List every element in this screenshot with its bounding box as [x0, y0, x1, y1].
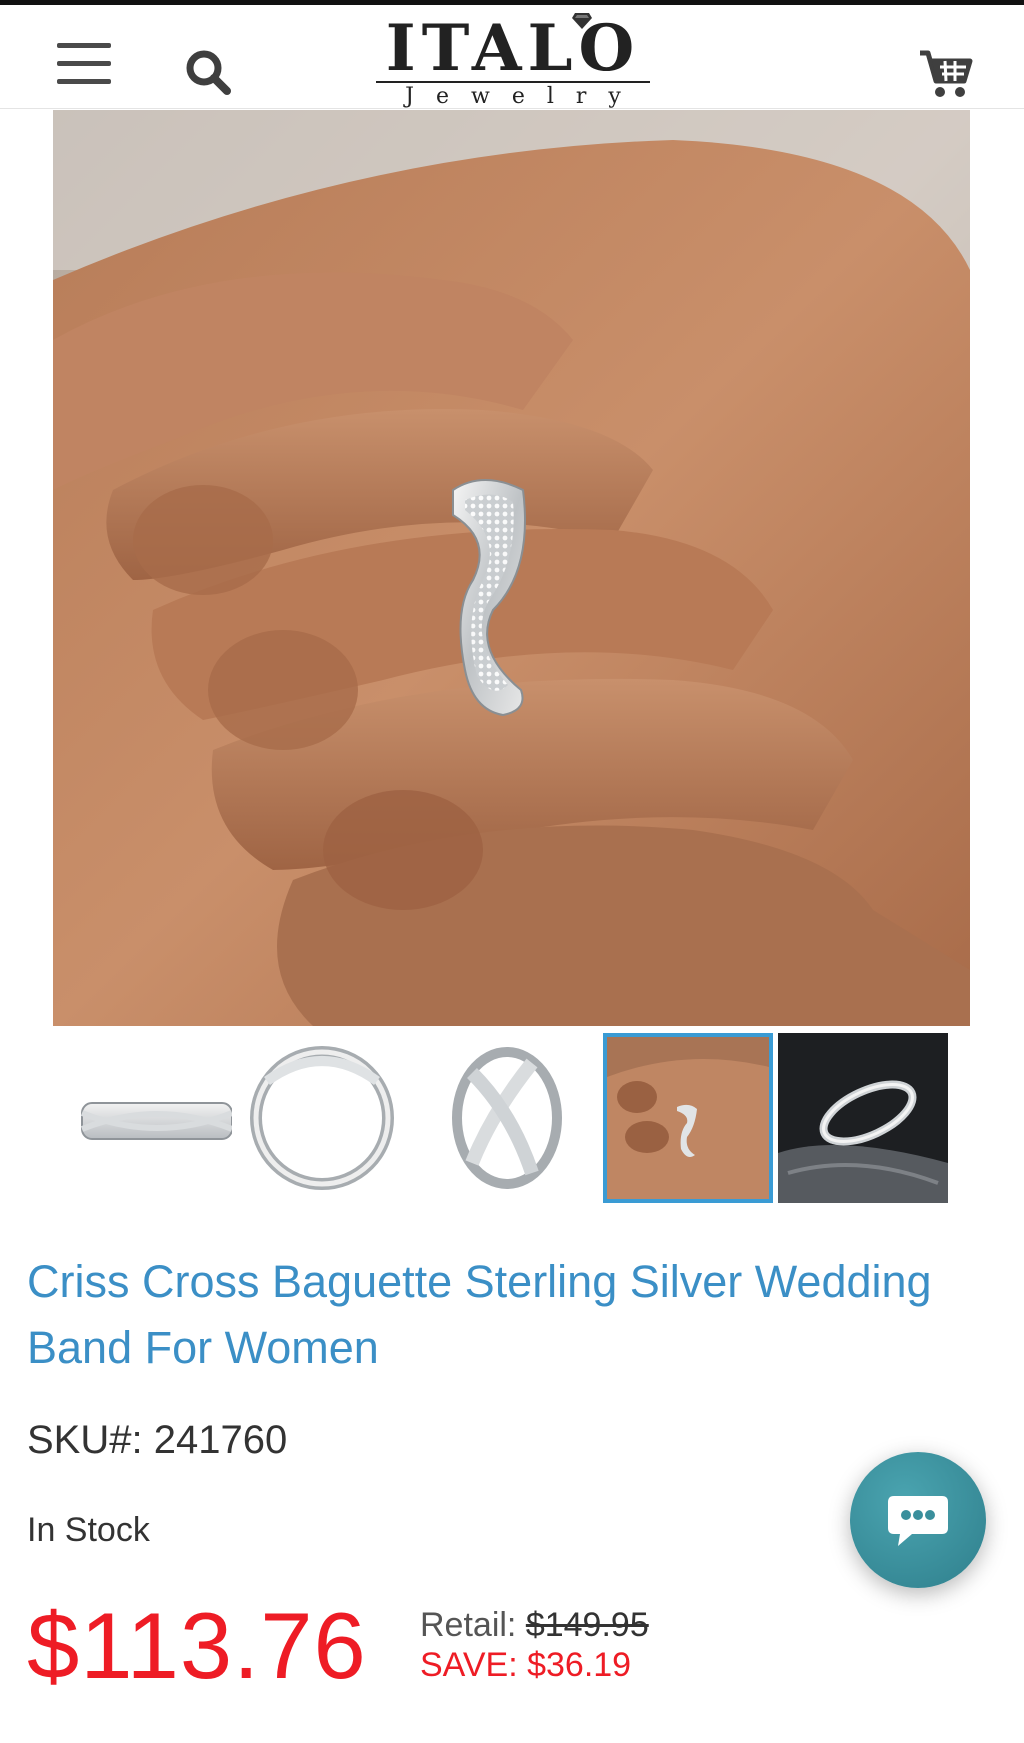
- logo-divider: [376, 81, 650, 83]
- diamond-icon: [572, 13, 592, 29]
- retail-value: $149.95: [525, 1606, 649, 1644]
- main-product-image[interactable]: [53, 110, 970, 1026]
- thumbnail-strip: [62, 1033, 962, 1203]
- chat-button[interactable]: [850, 1452, 986, 1588]
- menu-bar: [57, 79, 111, 84]
- thumbnail-ring-on-stone[interactable]: [778, 1033, 948, 1203]
- save-label: SAVE:: [420, 1646, 518, 1684]
- product-title[interactable]: Criss Cross Baguette Sterling Silver Wed…: [27, 1249, 1007, 1381]
- menu-bar: [57, 43, 111, 48]
- thumbnail-ring-on-hand[interactable]: [603, 1033, 773, 1203]
- sku-label: SKU#:: [27, 1418, 143, 1462]
- retail-price: Retail: $149.95: [420, 1606, 649, 1645]
- hamburger-menu-icon[interactable]: [57, 43, 111, 85]
- savings: SAVE: $36.19: [420, 1646, 631, 1685]
- search-icon[interactable]: [183, 47, 235, 99]
- chat-bubble-icon: [888, 1496, 948, 1546]
- thumbnail-ring-front[interactable]: [62, 1033, 232, 1203]
- menu-bar: [57, 61, 111, 66]
- logo-subtitle: Jewelry: [405, 84, 643, 109]
- thumbnail-ring-angled[interactable]: [412, 1033, 582, 1203]
- retail-label: Retail:: [420, 1606, 517, 1644]
- cart-icon[interactable]: [918, 47, 974, 103]
- sku-value: 241760: [153, 1418, 288, 1462]
- product-sku: SKU#: 241760: [27, 1418, 287, 1463]
- sale-price: $113.76: [27, 1593, 367, 1698]
- save-value: $36.19: [527, 1646, 632, 1684]
- site-logo[interactable]: ITALO Jewelry: [372, 11, 654, 109]
- stock-status: In Stock: [27, 1511, 150, 1549]
- logo-wordmark: ITALO: [385, 11, 641, 86]
- thumbnail-ring-side[interactable]: [237, 1033, 407, 1203]
- site-header: ITALO Jewelry: [0, 5, 1024, 109]
